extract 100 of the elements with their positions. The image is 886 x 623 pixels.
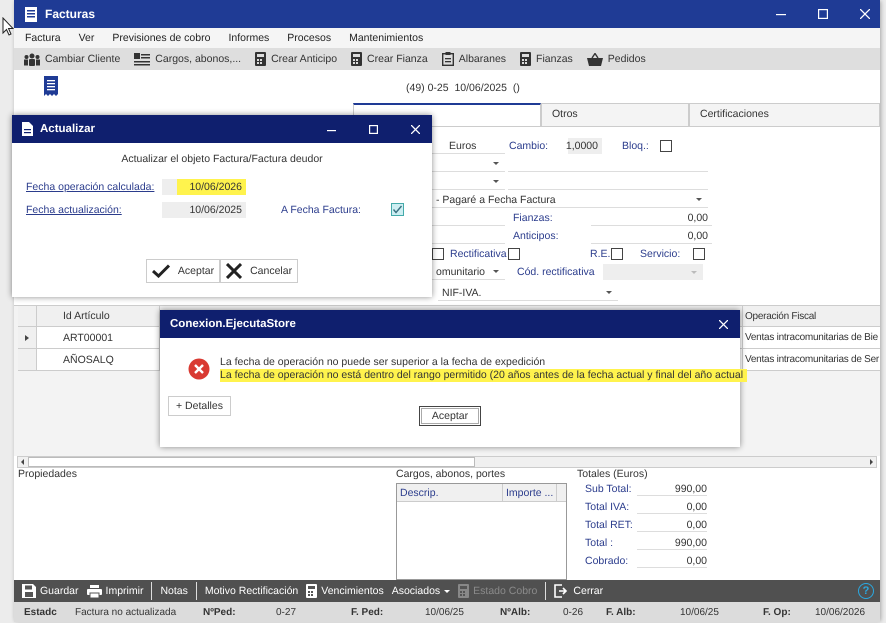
toolbar-button[interactable]: Cambiar Cliente	[24, 52, 120, 66]
status-value: 10/06/25	[680, 606, 720, 618]
status-value: 0-26	[563, 606, 584, 618]
menu-item[interactable]: Mantenimientos	[349, 32, 424, 44]
toolbar-button[interactable]: Cerrar	[554, 584, 604, 598]
people-icon	[24, 52, 40, 66]
status-label: NºAlb:	[500, 606, 532, 618]
close-button[interactable]	[411, 124, 420, 134]
document-icon	[44, 76, 58, 96]
checkbox[interactable]	[660, 140, 672, 152]
tab[interactable]: Certificaciones	[689, 103, 880, 126]
checkbox[interactable]	[693, 248, 705, 260]
toolbar-button[interactable]: Guardar	[22, 584, 79, 598]
column-header[interactable]: Importe ...	[503, 484, 557, 501]
toolbar-button[interactable]: Crear Anticipo	[255, 52, 338, 66]
calculator-icon	[255, 52, 266, 66]
date-field[interactable]: 10/06/2025	[162, 202, 246, 218]
status-label: F. Ped:	[351, 606, 384, 618]
checkbox[interactable]	[611, 248, 623, 260]
row-indicator-icon	[25, 334, 29, 340]
menu-item[interactable]: Procesos	[287, 32, 332, 44]
bonds-field[interactable]: 0,00	[591, 210, 712, 226]
toolbar-button[interactable]: Notas	[160, 585, 188, 597]
error-message: La fecha de operación no está dentro del rango permitido (20 años antes de la fecha actual y final del año actual	[220, 369, 748, 382]
row-header-cell[interactable]	[18, 349, 37, 371]
exchange-field[interactable]: 1,0000	[568, 138, 602, 154]
close-icon	[226, 263, 242, 279]
dialog-title: Actualizar	[40, 123, 95, 135]
document-icon	[25, 6, 37, 22]
checkbox-label: Servicio:	[640, 248, 682, 260]
close-button[interactable]	[860, 9, 870, 19]
toolbar-button[interactable]: Asociados	[392, 585, 450, 597]
tab[interactable]: Otros	[541, 103, 689, 126]
tax-id-dropdown[interactable]: NIF-IVA.	[438, 285, 618, 301]
caret-icon	[696, 198, 702, 201]
field-link[interactable]: Fecha operación calculada:	[26, 180, 162, 192]
printer-icon	[86, 584, 102, 598]
status-label: F. Op:	[763, 606, 792, 618]
total-value: 0,00	[637, 554, 707, 568]
section-title: Cargos, abonos, portes	[396, 468, 506, 480]
accept-button[interactable]: Aceptar	[146, 259, 220, 283]
menu-item[interactable]: Informes	[228, 32, 270, 44]
menu-item[interactable]: Factura	[25, 32, 61, 44]
clipboard-icon	[442, 52, 454, 66]
toolbar-button[interactable]: Albaranes	[442, 52, 506, 66]
maximize-button[interactable]	[369, 124, 378, 134]
calculator-icon	[458, 584, 470, 598]
details-button[interactable]: + Detalles	[168, 396, 231, 416]
calculator-icon	[520, 52, 532, 66]
invoice-header: (49) 0-25 10/06/2025 ()	[406, 82, 520, 94]
total-label: Total RET:	[585, 519, 634, 531]
toolbar-button[interactable]: Fianzas	[520, 52, 573, 66]
cancel-button[interactable]: Cancelar	[220, 259, 298, 283]
total-label: Cobrado:	[585, 555, 630, 567]
date-value: 10/06/2026	[177, 178, 246, 194]
horizontal-scrollbar[interactable]	[17, 456, 877, 468]
close-button[interactable]	[719, 320, 728, 328]
toolbar-button[interactable]: Cargos, abonos,...	[134, 52, 242, 66]
status-value: 10/06/2026	[815, 606, 866, 618]
checkbox-label: Rectificativa	[450, 248, 508, 260]
field-label: Bloq.:	[622, 140, 650, 152]
payment-dropdown[interactable]: - Pagaré a Fecha Factura	[432, 192, 708, 208]
basket-icon	[586, 52, 603, 66]
total-value: 0,00	[637, 500, 707, 514]
toolbar-button[interactable]: Motivo Rectificación	[204, 585, 298, 597]
total-label: Total IVA:	[585, 501, 630, 513]
column-header[interactable]: Descrip.	[397, 484, 503, 501]
total-value: 990,00	[637, 536, 707, 550]
caret-icon	[493, 180, 499, 183]
menu-item[interactable]: Ver	[78, 32, 94, 44]
document-icon	[22, 122, 33, 136]
toolbar-button[interactable]: Pedidos	[586, 52, 646, 66]
accept-button[interactable]: Aceptar	[419, 406, 481, 426]
total-value: 0,00	[637, 518, 707, 532]
status-label: NºPed:	[203, 606, 237, 618]
caret-icon	[444, 590, 450, 592]
advances-field[interactable]: 0,00	[591, 228, 712, 244]
table-cell: Ventas intracomunitarias de Ser	[743, 349, 880, 371]
scrollbar-thumb[interactable]	[28, 457, 475, 467]
total-value: 990,00	[637, 482, 707, 496]
calculator-icon	[306, 584, 318, 598]
field-label: Fianzas:	[513, 212, 554, 224]
toolbar-button[interactable]: Crear Fianza	[351, 52, 428, 66]
section-title: Totales (Euros)	[577, 468, 649, 480]
menu-item[interactable]: Previsiones de cobro	[112, 32, 210, 44]
caret-icon	[606, 291, 612, 294]
row-header-cell[interactable]	[18, 327, 37, 349]
checkbox-label: R.E.	[590, 248, 611, 260]
field-link[interactable]: Fecha actualización:	[26, 204, 162, 216]
checkbox[interactable]	[432, 248, 444, 260]
table-cell: Ventas intracomunitarias de Bie	[743, 327, 880, 349]
toolbar-button[interactable]: Imprimir	[86, 584, 144, 598]
caret-icon	[691, 270, 697, 274]
checkbox[interactable]	[391, 203, 404, 216]
toolbar-button[interactable]: Vencimientos	[306, 584, 384, 598]
checkbox[interactable]	[508, 248, 520, 260]
date-field[interactable]: 10/06/2026	[162, 178, 246, 194]
maximize-button[interactable]	[818, 9, 828, 19]
dialog-message: Actualizar el objeto Factura/Factura deudor	[120, 153, 324, 167]
column-header[interactable]: Id Artículo	[37, 306, 160, 327]
